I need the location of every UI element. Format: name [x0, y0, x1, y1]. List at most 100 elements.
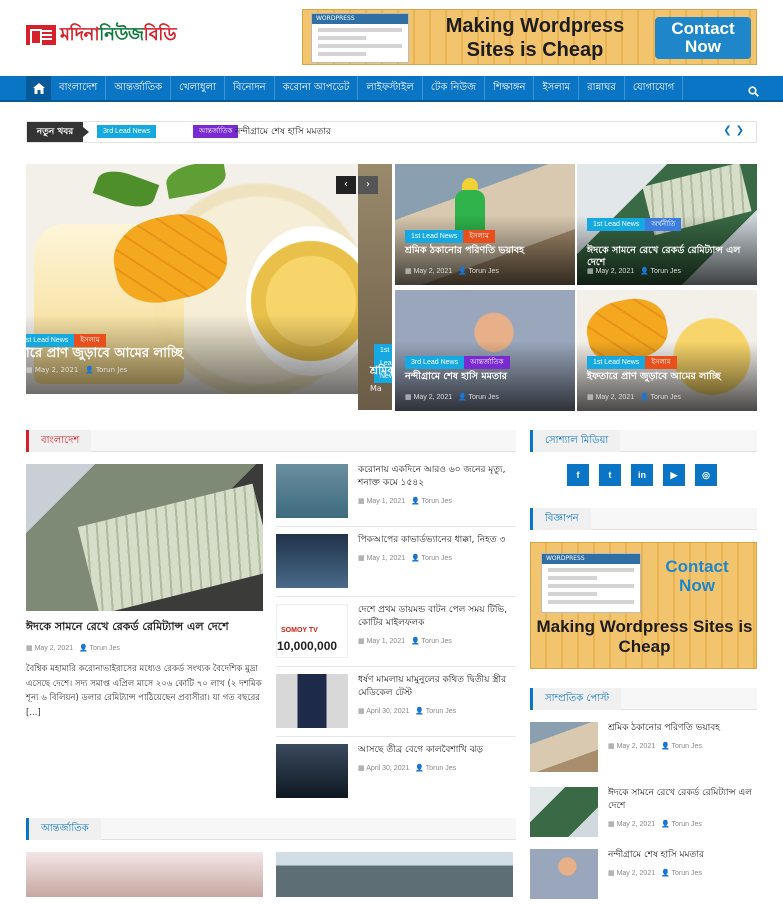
category-badge[interactable]: আন্তর্জাতিক: [464, 356, 510, 369]
header-ad-banner[interactable]: WORDPRESS Making Wordpress Sites is Chea…: [302, 9, 757, 65]
featured-card[interactable]: 1st Lead News অর্থনীতি ঈদকে সামনে রেখে রে…: [577, 164, 757, 285]
linkedin-icon[interactable]: in: [631, 464, 653, 486]
nav-item-education[interactable]: শিক্ষাঙ্গন: [485, 76, 535, 100]
calendar-icon: ▦: [358, 638, 365, 645]
category-badge[interactable]: 3rd Lead News: [97, 125, 157, 138]
recent-meta: ▦ May 2, 2021 👤 Torun Jes: [608, 821, 702, 828]
site-header: মদিনানিউজবিডি WORDPRESS Making Wordpress…: [0, 0, 783, 76]
user-icon: 👤: [457, 268, 467, 275]
category-badge[interactable]: 3rd Lead News: [405, 356, 465, 369]
category-badge[interactable]: 1st Lead News: [587, 356, 646, 369]
ad-screenshot-image: WORDPRESS: [541, 553, 641, 613]
article-excerpt: বৈশ্বিক মহামারি করোনাভাইরাসের মধ্যেও রেক…: [26, 664, 262, 718]
user-icon: 👤: [78, 645, 88, 652]
nav-item-bangladesh[interactable]: বাংলাদেশ: [51, 76, 107, 100]
category-badge[interactable]: 1st Lead News: [405, 230, 464, 243]
user-icon: 👤: [660, 743, 670, 750]
list-item: পিকআপের কাভার্ডভ্যানের ধাক্কা, নিহত ৩ ▦ …: [276, 534, 516, 594]
nav-item-contact[interactable]: যোগাযোগ: [625, 76, 684, 100]
list-thumb[interactable]: [276, 674, 348, 728]
card-title[interactable]: ঈদকে সামনে রেখে রেকর্ড রেমিট্যান্স এল দে…: [587, 245, 753, 269]
list-meta: ▦ May 1, 2021 👤 Torun Jes: [358, 638, 452, 645]
slide-title[interactable]: ইফতারে প্রাণ জুড়াবে আমের লাচ্ছি: [26, 344, 183, 365]
youtube-icon[interactable]: ▶: [663, 464, 685, 486]
calendar-icon: ▦: [587, 394, 594, 401]
ticker-headline[interactable]: নন্দীগ্রামে শেষ হাসি মমতার: [235, 122, 331, 142]
home-icon[interactable]: [26, 76, 51, 100]
category-badge[interactable]: আন্তর্জাতিক: [193, 125, 239, 138]
nav-item-lifestyle[interactable]: লাইফস্টাইল: [358, 76, 423, 100]
user-icon: 👤: [660, 821, 670, 828]
article-title[interactable]: ঈদকে সামনে রেখে রেকর্ড রেমিট্যান্স এল দে…: [26, 620, 263, 634]
list-title[interactable]: পিকআপের কাভার্ডভ্যানের ধাক্কা, নিহত ৩: [358, 534, 516, 547]
chevron-left-icon[interactable]: ❮: [723, 125, 735, 136]
list-item: করোনায় একদিনে আরও ৬০ জনের মৃত্যু, শনাক্…: [276, 464, 516, 524]
main-nav: বাংলাদেশ আন্তর্জাতিক খেলাধুলা বিনোদন করো…: [0, 76, 783, 102]
featured-card[interactable]: 1st Lead News ইসলাম ইফতারে প্রাণ জুড়াবে …: [577, 290, 757, 411]
site-logo[interactable]: মদিনানিউজবিডি: [26, 22, 177, 48]
nav-item-international[interactable]: আন্তর্জাতিক: [106, 76, 172, 100]
logo-text: মদিনানিউজবিডি: [60, 23, 177, 45]
chevron-left-icon[interactable]: ‹: [336, 176, 356, 194]
section-header-social: সোশ্যাল মিডিয়া: [530, 430, 757, 452]
list-title[interactable]: ধর্ষণ মামলায় মামুনুলের কথিত দ্বিতীয় স্…: [358, 674, 516, 700]
recent-thumb[interactable]: [530, 722, 598, 772]
section-header-ad: বিজ্ঞাপন: [530, 508, 757, 530]
category-badge[interactable]: ইসলাম: [645, 356, 677, 369]
featured-card[interactable]: 3rd Lead News আন্তর্জাতিক নন্দীগ্রামে শেষ…: [395, 290, 575, 411]
search-icon[interactable]: [748, 82, 759, 101]
nav-item-corona-update[interactable]: করোনা আপডেট: [275, 76, 359, 100]
category-badge[interactable]: ইসলাম: [463, 230, 495, 243]
list-meta: ▦ May 1, 2021 👤 Torun Jes: [358, 498, 452, 505]
breaking-news-ticker: নতুন খবর 3rd Lead News আন্তর্জাতিক নন্দী…: [26, 121, 757, 143]
ad-headline: Making Wordpress Sites is Cheap: [536, 617, 753, 656]
list-thumb[interactable]: [276, 744, 348, 798]
featured-card[interactable]: 1st Lead News ইসলাম শ্রমিক ঠকানোর পরিণতি …: [395, 164, 575, 285]
list-meta: ▦ April 30, 2021 👤 Torun Jes: [358, 708, 457, 715]
list-item: SOMOY TV 10,000,000 দেশে প্রথম ডায়মন্ড …: [276, 604, 516, 664]
nav-item-entertainment[interactable]: বিনোদন: [225, 76, 275, 100]
article-image[interactable]: [276, 852, 513, 897]
list-title[interactable]: আসছে তীব্র বেগে কালবৈশাখি ঝড়: [358, 744, 516, 757]
user-icon: 👤: [415, 708, 424, 715]
card-title[interactable]: ইফতারে প্রাণ জুড়াবে আমের লাচ্ছি: [587, 371, 753, 383]
recent-thumb[interactable]: [530, 849, 598, 899]
list-thumb[interactable]: SOMOY TV 10,000,000: [276, 604, 348, 658]
list-thumb[interactable]: [276, 534, 348, 588]
instagram-icon[interactable]: ◎: [695, 464, 717, 486]
recent-thumb[interactable]: [530, 787, 598, 837]
card-title[interactable]: নন্দীগ্রামে শেষ হাসি মমতার: [405, 371, 571, 383]
nav-item-sports[interactable]: খেলাধুলা: [171, 76, 226, 100]
twitter-icon[interactable]: t: [599, 464, 621, 486]
card-title[interactable]: শ্রমিক ঠকানোর পরিণতি ভয়াবহ: [405, 245, 571, 257]
ad-contact-link[interactable]: Contact Now: [649, 557, 745, 595]
list-item: আসছে তীব্র বেগে কালবৈশাখি ঝড় ▦ April 30…: [276, 744, 516, 804]
sidebar-ad-banner[interactable]: WORDPRESS Contact Now Making Wordpress S…: [530, 542, 757, 669]
nav-item-kitchen[interactable]: রান্নাঘর: [579, 76, 625, 100]
ad-headline: Making Wordpress Sites is Cheap: [445, 15, 625, 61]
next-slide-peek: 1st Lead News শ্রমিক Ma: [358, 164, 392, 410]
list-title[interactable]: করোনায় একদিনে আরও ৬০ জনের মৃত্যু, শনাক্…: [358, 464, 516, 490]
calendar-icon: ▦: [608, 870, 615, 877]
chevron-right-icon[interactable]: ›: [358, 176, 378, 194]
chevron-right-icon[interactable]: ❯: [736, 125, 748, 136]
slide-meta: ▦ May 2, 2021 👤 Torun Jes: [26, 366, 128, 374]
list-thumb[interactable]: [276, 464, 348, 518]
recent-title[interactable]: নন্দীগ্রামে শেষ হাসি মমতার: [608, 849, 757, 862]
category-badge[interactable]: অর্থনীতি: [645, 218, 682, 231]
list-title[interactable]: দেশে প্রথম ডায়মন্ড বাটন পেল সময় টিভি, …: [358, 604, 516, 630]
category-badge[interactable]: 1st Lead News: [587, 218, 646, 231]
ad-contact-button[interactable]: Contact Now: [655, 17, 751, 59]
section-header-recent: সাম্প্রতিক পোস্ট: [530, 688, 757, 710]
facebook-icon[interactable]: f: [567, 464, 589, 486]
nav-item-islam[interactable]: ইসলাম: [534, 76, 580, 100]
recent-title[interactable]: ঈদকে সামনে রেখে রেকর্ড রেমিট্যান্স এল দে…: [608, 787, 757, 813]
user-icon: 👤: [84, 366, 94, 374]
list-item: ধর্ষণ মামলায় মামুনুলের কথিত দ্বিতীয় স্…: [276, 674, 516, 734]
nav-item-tech-news[interactable]: টেক নিউজ: [423, 76, 486, 100]
article-image[interactable]: [26, 852, 263, 897]
recent-title[interactable]: শ্রমিক ঠকানোর পরিণতি ভয়াবহ: [608, 722, 757, 735]
article-image[interactable]: [26, 464, 263, 611]
ticker-arrows: ❮❯: [723, 125, 748, 136]
calendar-icon: ▦: [358, 555, 365, 562]
